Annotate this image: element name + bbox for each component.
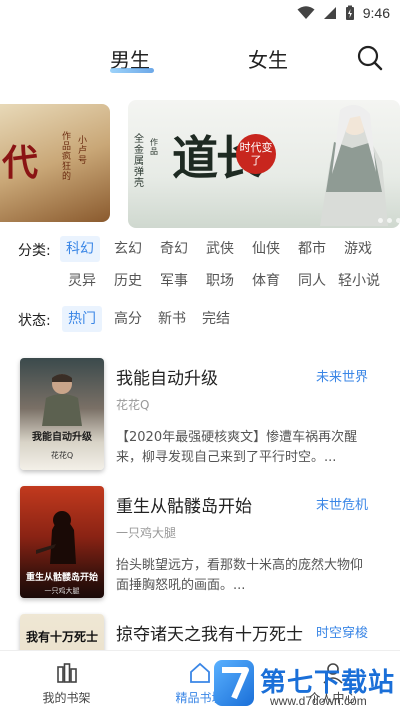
category-filter-row: 分类: 科幻 玄幻 奇幻 武侠 仙侠 都市 游戏 <box>0 236 400 262</box>
site-watermark: 第七下载站 www.d7down.com <box>214 660 400 711</box>
category-chip-wuxia[interactable]: 武侠 <box>200 236 240 262</box>
bookshelf-icon <box>57 663 77 683</box>
category-chip-light-novel[interactable]: 轻小说 <box>334 268 384 294</box>
watermark-logo <box>214 660 254 706</box>
status-bar: 9:46 <box>0 0 400 28</box>
category-label: 分类: <box>18 243 51 259</box>
wifi-icon <box>297 6 315 19</box>
category-chip-supernatural[interactable]: 灵异 <box>62 268 102 294</box>
status-chip-high-score[interactable]: 高分 <box>108 306 148 332</box>
banner-author-label: 作品 <box>150 138 158 156</box>
carousel-dot <box>387 218 392 223</box>
book-author: 花花Q <box>116 398 150 412</box>
category-chip-sports[interactable]: 体育 <box>246 268 286 294</box>
status-chip-hot[interactable]: 热门 <box>62 306 102 332</box>
book-item[interactable]: 重生从骷髅岛开始 一只鸡大腿 重生从骷髅岛开始 末世危机 一只鸡大腿 抬头眺望远… <box>0 484 400 604</box>
book-genre-tag[interactable]: 末世危机 <box>316 494 368 513</box>
battery-icon <box>345 5 354 20</box>
status-chip-completed[interactable]: 完结 <box>196 306 236 332</box>
header: 男生 女生 <box>0 36 400 80</box>
book-author: 一只鸡大腿 <box>116 526 177 540</box>
nav-label: 我的书架 <box>42 691 91 705</box>
book-title[interactable]: 重生从骷髅岛开始 <box>116 492 252 517</box>
status-chip-new[interactable]: 新书 <box>152 306 192 332</box>
banner-left-side-text-2: 小卢号 <box>78 136 88 166</box>
watermark-seven-icon <box>222 667 249 700</box>
category-chip-xuanhuan[interactable]: 玄幻 <box>108 236 148 262</box>
search-icon[interactable] <box>356 44 384 72</box>
banner-slide-current[interactable]: 全金属弹壳 作品 道长 时代变了 <box>128 100 400 228</box>
category-chip-fanfic[interactable]: 同人 <box>292 268 332 294</box>
banner-author: 全金属弹壳 <box>134 134 144 189</box>
category-chip-scifi[interactable]: 科幻 <box>60 236 100 262</box>
category-chip-workplace[interactable]: 职场 <box>200 268 240 294</box>
banner-slide-previous[interactable]: 代 作品疯狂的 小卢号 <box>0 104 110 222</box>
cover-title: 重生从骷髅岛开始 <box>25 573 98 583</box>
carousel-dots <box>378 218 400 223</box>
status-filter-row: 状态: 热门 高分 新书 完结 <box>0 306 400 332</box>
category-chip-fantasy[interactable]: 奇幻 <box>154 236 194 262</box>
category-chip-urban[interactable]: 都市 <box>292 236 332 262</box>
cover-kong-illustration <box>36 511 76 564</box>
cover-soldier-illustration <box>42 374 82 426</box>
book-cover[interactable]: 重生从骷髅岛开始 一只鸡大腿 <box>20 486 104 598</box>
category-filter-row-2: 灵异 历史 军事 职场 体育 同人 轻小说 <box>0 268 400 294</box>
book-description: 【2020年最强硬核爽文】惨遭车祸再次醒来，柳寻发现自己来到了平行时空。... <box>116 430 358 465</box>
status-icons: 9:46 <box>297 5 390 21</box>
active-tab-indicator <box>110 68 154 73</box>
category-chip-xianxia[interactable]: 仙侠 <box>246 236 286 262</box>
book-item[interactable]: 我能自动升级 花花Q 我能自动升级 未来世界 花花Q 【2020年最强硬核爽文】… <box>0 356 400 476</box>
banner-tag: 时代变了 <box>236 134 276 174</box>
cover-title: 我能自动升级 <box>32 432 92 443</box>
carousel-dot <box>378 218 383 223</box>
watermark-url: www.d7down.com <box>270 694 367 708</box>
nav-bookshelf[interactable]: 我的书架 <box>0 651 133 711</box>
cover-title: 我有十万死士 <box>25 630 98 644</box>
banner-left-title: 代 <box>2 142 39 184</box>
carousel-dot <box>396 218 400 223</box>
category-chip-military[interactable]: 军事 <box>154 268 194 294</box>
cover-author: 花花Q <box>50 451 74 460</box>
status-time: 9:46 <box>362 5 390 21</box>
status-label: 状态: <box>18 313 51 329</box>
signal-icon <box>323 7 336 19</box>
book-item[interactable]: 我有十万死士 掠夺诸天之我有十万死士 时空穿梭 <box>0 612 400 650</box>
book-cover[interactable]: 我有十万死士 <box>20 614 104 650</box>
category-chip-history[interactable]: 历史 <box>108 268 148 294</box>
book-title[interactable]: 我能自动升级 <box>116 364 218 389</box>
book-description: 抬头眺望远方，看那数十米高的庞然大物仰面捶胸怒吼的画面。... <box>116 558 364 593</box>
book-genre-tag[interactable]: 未来世界 <box>316 366 368 385</box>
book-cover[interactable]: 我能自动升级 花花Q <box>20 358 104 470</box>
book-title[interactable]: 掠夺诸天之我有十万死士 <box>116 620 303 645</box>
cover-author: 一只鸡大腿 <box>44 587 80 595</box>
book-genre-tag[interactable]: 时空穿梭 <box>316 622 368 641</box>
tab-female[interactable]: 女生 <box>248 44 288 73</box>
category-chip-game[interactable]: 游戏 <box>338 236 378 262</box>
home-icon <box>190 662 210 683</box>
banner-character-illustration <box>320 104 388 226</box>
banner-carousel[interactable]: 代 作品疯狂的 小卢号 全金属弹壳 作品 道长 时代变了 <box>0 100 400 228</box>
banner-left-side-text: 作品疯狂的 <box>62 132 72 182</box>
